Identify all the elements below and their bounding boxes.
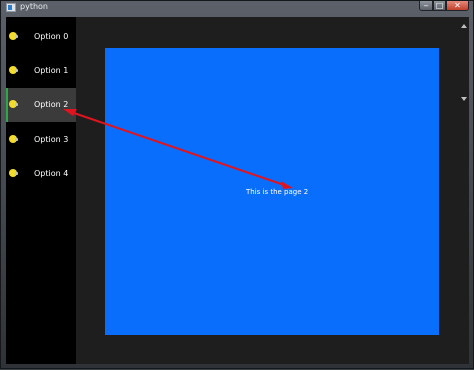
app-window: python ‒ □ ✕ Option 0 Option 1 Option 2 [0, 0, 474, 369]
lightbulb-icon [9, 100, 18, 108]
sidebar-item-label: Option 3 [34, 135, 69, 144]
page-panel: This is the page 2 [105, 48, 439, 335]
window-title: python [20, 2, 48, 11]
sidebar-item-option-2[interactable]: Option 2 [6, 88, 76, 122]
sidebar-item-option-3[interactable]: Option 3 [6, 123, 76, 157]
page-label: This is the page 2 [246, 188, 309, 196]
sidebar-item-label: Option 2 [34, 100, 69, 109]
app-icon [6, 3, 16, 12]
close-button[interactable]: ✕ [446, 1, 469, 11]
scroll-up-icon[interactable] [461, 24, 467, 28]
scroll-down-icon[interactable] [461, 97, 467, 101]
title-bar[interactable]: python ‒ □ ✕ [1, 1, 473, 15]
minimize-button[interactable]: ‒ [419, 1, 433, 11]
window-controls: ‒ □ ✕ [419, 1, 469, 12]
sidebar-item-label: Option 0 [34, 32, 69, 41]
main-content: Option 0 Option 1 Option 2 Option 3 Opti… [6, 17, 469, 364]
sidebar-item-option-1[interactable]: Option 1 [6, 54, 76, 88]
lightbulb-icon [9, 32, 18, 40]
lightbulb-icon [9, 135, 18, 143]
sidebar-item-option-4[interactable]: Option 4 [6, 157, 76, 191]
lightbulb-icon [9, 169, 18, 177]
sidebar-item-label: Option 4 [34, 169, 69, 178]
maximize-button[interactable]: □ [433, 1, 446, 11]
sidebar: Option 0 Option 1 Option 2 Option 3 Opti… [6, 17, 76, 364]
sidebar-item-option-0[interactable]: Option 0 [6, 20, 76, 54]
sidebar-item-label: Option 1 [34, 66, 69, 75]
lightbulb-icon [9, 66, 18, 74]
